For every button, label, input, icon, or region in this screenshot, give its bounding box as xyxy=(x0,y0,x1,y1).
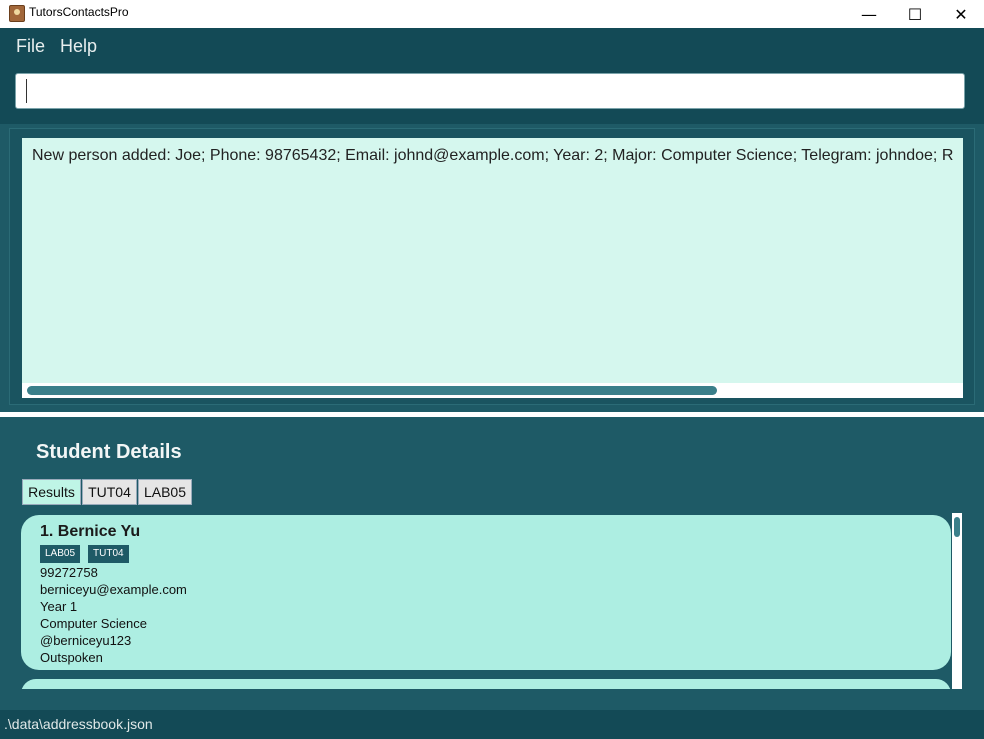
text-caret xyxy=(26,79,27,103)
tab-tut04[interactable]: TUT04 xyxy=(82,479,137,505)
details-title: Student Details xyxy=(36,441,182,463)
horizontal-scroll-thumb[interactable] xyxy=(27,386,717,395)
tab-lab05[interactable]: LAB05 xyxy=(138,479,192,505)
minimize-button[interactable]: — xyxy=(846,0,892,28)
tab-results[interactable]: Results xyxy=(22,479,81,505)
student-tag: TUT04 xyxy=(88,545,129,563)
close-button[interactable]: ✕ xyxy=(938,0,984,28)
vertical-scroll-thumb[interactable] xyxy=(954,517,960,537)
maximize-button[interactable]: ☐ xyxy=(892,0,938,28)
result-display: New person added: Joe; Phone: 98765432; … xyxy=(22,138,963,398)
student-phone: 99272758 xyxy=(40,565,98,580)
student-card[interactable]: 1. Bernice Yu LAB05 TUT04 99272758 berni… xyxy=(21,515,951,670)
student-name: 1. Bernice Yu xyxy=(40,523,141,540)
student-telegram: @berniceyu123 xyxy=(40,633,132,648)
student-list: 1. Bernice Yu LAB05 TUT04 99272758 berni… xyxy=(20,513,964,689)
command-area xyxy=(0,64,984,124)
student-remark: Outspoken xyxy=(40,650,103,665)
maximize-icon: ☐ xyxy=(907,4,923,24)
student-card[interactable] xyxy=(21,679,951,689)
close-icon: ✕ xyxy=(954,4,968,24)
student-year: Year 1 xyxy=(40,599,78,614)
menu-help[interactable]: Help xyxy=(60,36,97,57)
window-title-bar: TutorsContactsPro — ☐ ✕ xyxy=(0,0,984,28)
student-details-panel: Student Details Results TUT04 LAB05 1. B… xyxy=(0,417,984,710)
menu-bar: File Help xyxy=(0,28,984,64)
result-panel: New person added: Joe; Phone: 98765432; … xyxy=(9,128,975,405)
tab-label: LAB05 xyxy=(143,484,187,500)
tab-label: Results xyxy=(28,484,75,500)
status-bar: .\data\addressbook.json xyxy=(0,710,984,739)
student-tag: LAB05 xyxy=(40,545,81,563)
student-major: Computer Science xyxy=(40,616,147,631)
save-file-path: .\data\addressbook.json xyxy=(4,716,153,732)
command-input[interactable] xyxy=(15,73,965,109)
menu-file[interactable]: File xyxy=(16,36,45,57)
student-email: berniceyu@example.com xyxy=(40,582,187,597)
window-title: TutorsContactsPro xyxy=(29,5,129,19)
tab-label: TUT04 xyxy=(88,484,131,500)
result-text: New person added: Joe; Phone: 98765432; … xyxy=(32,147,954,164)
app-icon xyxy=(9,5,25,22)
vertical-scrollbar[interactable] xyxy=(952,513,962,689)
horizontal-scrollbar[interactable] xyxy=(22,383,963,398)
minimize-icon: — xyxy=(861,4,877,24)
